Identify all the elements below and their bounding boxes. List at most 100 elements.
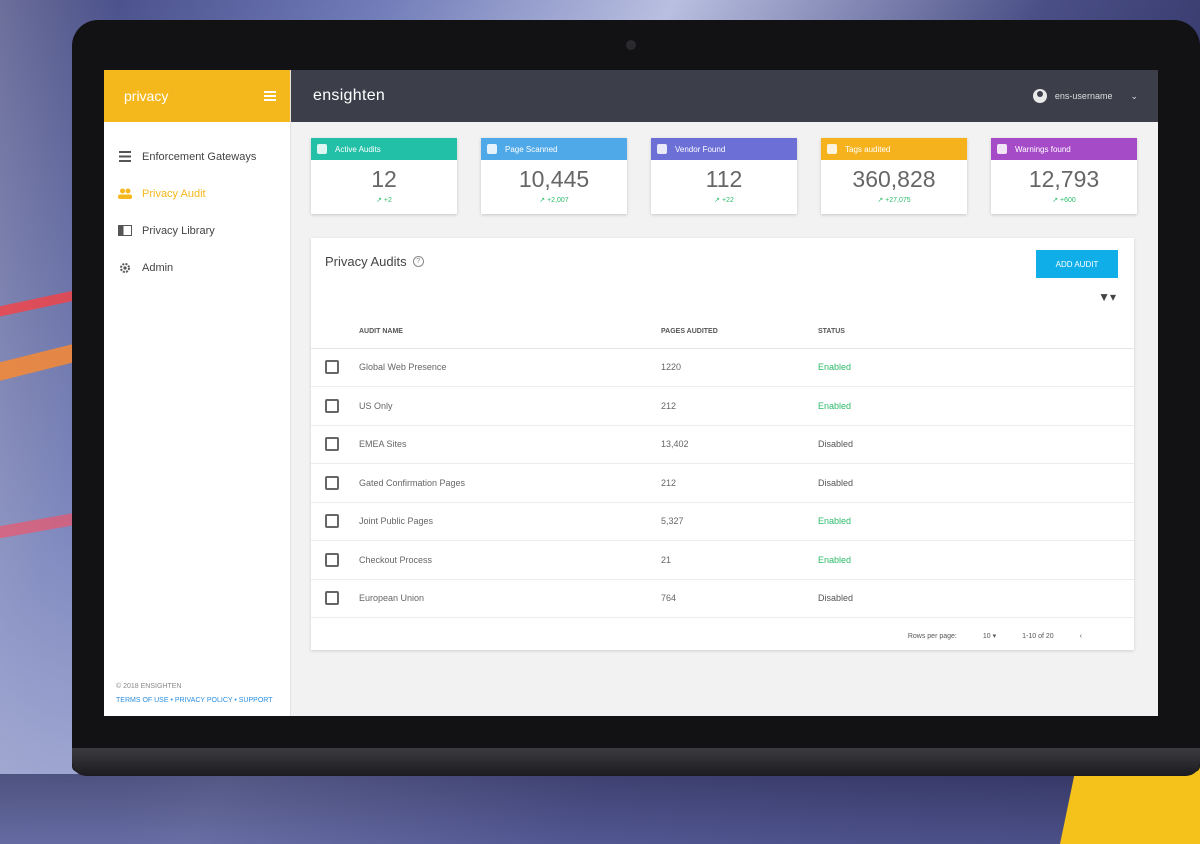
privacy-audits-card: Privacy Audits ? ADD AUDIT ▼▾ AUDIT NAME… <box>311 238 1134 650</box>
row-checkbox-cell <box>311 540 359 580</box>
info-icon[interactable]: ? <box>412 256 424 267</box>
status-badge: Enabled <box>818 502 1134 541</box>
table-row[interactable]: EMEA Sites 13,402 Disabled <box>311 425 1134 464</box>
stat-card-header: Vendor Found <box>651 138 797 160</box>
stat-card-header: Active Audits <box>311 138 457 160</box>
tag-icon <box>827 144 837 154</box>
stat-value: 12 <box>371 166 397 192</box>
stat-card-header: Warnings found <box>991 138 1137 160</box>
stat-delta: ↗ +2 <box>376 197 392 204</box>
table-row[interactable]: Gated Confirmation Pages 212 Disabled <box>311 463 1134 503</box>
stat-label: Active Audits <box>335 144 381 154</box>
stat-card-header: Page Scanned <box>481 138 627 160</box>
table-row[interactable]: European Union 764 Disabled <box>311 579 1134 618</box>
list-icon <box>118 151 132 163</box>
pages-audited: 21 <box>661 540 818 580</box>
table-row[interactable]: Checkout Process 21 Enabled <box>311 540 1134 580</box>
stat-value: 112 <box>705 166 743 192</box>
copyright-text: © 2018 ENSIGHTEN <box>116 683 182 690</box>
laptop-base <box>72 748 1200 776</box>
stat-card-tags-audited[interactable]: Tags audited 360,828 ↗ +27,075 <box>821 138 967 214</box>
status-badge: Enabled <box>818 386 1134 426</box>
row-checkbox[interactable] <box>325 475 339 490</box>
sidebar-item-privacy-library[interactable]: Privacy Library <box>104 212 290 249</box>
audit-name[interactable]: Checkout Process <box>359 540 661 580</box>
filter-icon[interactable]: ▼▾ <box>1098 290 1116 304</box>
sidebar-brand: privacy <box>124 88 169 104</box>
audit-name[interactable]: EMEA Sites <box>359 425 661 464</box>
page-range: 1-10 of 20 <box>1022 632 1054 640</box>
audit-name[interactable]: Gated Confirmation Pages <box>359 463 661 503</box>
sidebar-item-privacy-audit[interactable]: Privacy Audit <box>104 175 290 212</box>
header-checkbox-cell <box>311 316 359 349</box>
rows-per-page-select[interactable]: 10 ▾ <box>983 632 996 640</box>
status-badge: Enabled <box>818 540 1134 580</box>
audit-name[interactable]: Global Web Presence <box>359 348 661 387</box>
column-header-audit-name[interactable]: AUDIT NAME <box>359 316 661 349</box>
sidebar-item-admin[interactable]: Admin <box>104 249 290 286</box>
row-checkbox[interactable] <box>325 514 339 529</box>
pages-audited: 5,327 <box>661 502 818 541</box>
warning-icon <box>997 144 1007 154</box>
table-row[interactable]: Global Web Presence 1220 Enabled <box>311 348 1134 387</box>
chevron-left-icon[interactable]: ‹ <box>1080 633 1082 640</box>
page-icon <box>487 144 497 154</box>
card-title-text: Privacy Audits <box>325 254 407 269</box>
audit-name[interactable]: Joint Public Pages <box>359 502 661 541</box>
stat-card-header: Tags audited <box>821 138 967 160</box>
row-checkbox[interactable] <box>325 591 339 606</box>
table-row[interactable]: US Only 212 Enabled <box>311 386 1134 426</box>
stat-label: Page Scanned <box>505 144 558 154</box>
stat-value: 12,793 <box>1028 166 1100 192</box>
camera-icon <box>626 40 636 50</box>
sidebar-header: privacy <box>104 70 290 122</box>
stat-label: Tags audited <box>845 144 891 154</box>
pages-audited: 212 <box>661 386 818 426</box>
pages-audited: 1220 <box>661 348 818 387</box>
row-checkbox[interactable] <box>325 437 339 452</box>
stat-card-page-scanned[interactable]: Page Scanned 10,445 ↗ +2,007 <box>481 138 627 214</box>
user-menu[interactable]: ens-username ⌄ <box>1032 70 1138 122</box>
sidebar-item-label: Privacy Library <box>142 224 215 237</box>
audit-name[interactable]: European Union <box>359 579 661 618</box>
app-screen: privacy Enforcement Gateways Privacy Aud… <box>104 70 1158 716</box>
stats-row: Active Audits 12 ↗ +2 Page Scanned 10,44… <box>311 138 1137 214</box>
main-content: Active Audits 12 ↗ +2 Page Scanned 10,44… <box>291 122 1158 716</box>
pagination: Rows per page: 10 ▾ 1-10 of 20 ‹ <box>908 632 1082 641</box>
library-icon <box>118 225 132 237</box>
sidebar-footer: © 2018 ENSIGHTEN TERMS OF USE • PRIVACY … <box>116 680 272 708</box>
footer-links[interactable]: TERMS OF USE • PRIVACY POLICY • SUPPORT <box>116 694 272 708</box>
row-checkbox-cell <box>311 348 359 387</box>
pages-audited: 212 <box>661 463 818 503</box>
stat-delta: ↗ +22 <box>714 197 734 204</box>
pages-audited: 13,402 <box>661 425 818 464</box>
row-checkbox[interactable] <box>325 360 339 375</box>
sidebar-nav: Enforcement Gateways Privacy Audit Priva… <box>104 122 290 286</box>
pages-audited: 764 <box>661 579 818 618</box>
stat-card-warnings-found[interactable]: Warnings found 12,793 ↗ +600 <box>991 138 1137 214</box>
add-audit-button[interactable]: ADD AUDIT <box>1036 250 1118 278</box>
stat-card-active-audits[interactable]: Active Audits 12 ↗ +2 <box>311 138 457 214</box>
audit-name[interactable]: US Only <box>359 386 661 426</box>
status-badge: Enabled <box>818 348 1134 387</box>
table-row[interactable]: Joint Public Pages 5,327 Enabled <box>311 502 1134 541</box>
audits-table: AUDIT NAME PAGES AUDITED STATUS Global W… <box>311 316 1134 618</box>
row-checkbox[interactable] <box>325 552 339 567</box>
column-header-status[interactable]: STATUS <box>818 316 1134 349</box>
ensighten-logo[interactable]: ensighten <box>313 87 385 105</box>
username: ens-username <box>1054 91 1113 101</box>
column-header-pages-audited[interactable]: PAGES AUDITED <box>661 316 818 349</box>
hamburger-menu-icon[interactable] <box>264 91 276 101</box>
stat-delta: ↗ +2,007 <box>539 197 569 204</box>
sidebar-item-enforcement-gateways[interactable]: Enforcement Gateways <box>104 138 290 175</box>
row-checkbox-cell <box>311 463 359 503</box>
row-checkbox-cell <box>311 579 359 618</box>
row-checkbox-cell <box>311 386 359 426</box>
chevron-down-icon[interactable]: ⌄ <box>1130 91 1138 102</box>
vendor-icon <box>657 144 667 154</box>
stat-card-vendor-found[interactable]: Vendor Found 112 ↗ +22 <box>651 138 797 214</box>
user-avatar-icon <box>1032 89 1047 103</box>
stat-delta: ↗ +27,075 <box>877 197 911 204</box>
row-checkbox[interactable] <box>325 398 339 413</box>
gear-icon <box>118 262 132 274</box>
